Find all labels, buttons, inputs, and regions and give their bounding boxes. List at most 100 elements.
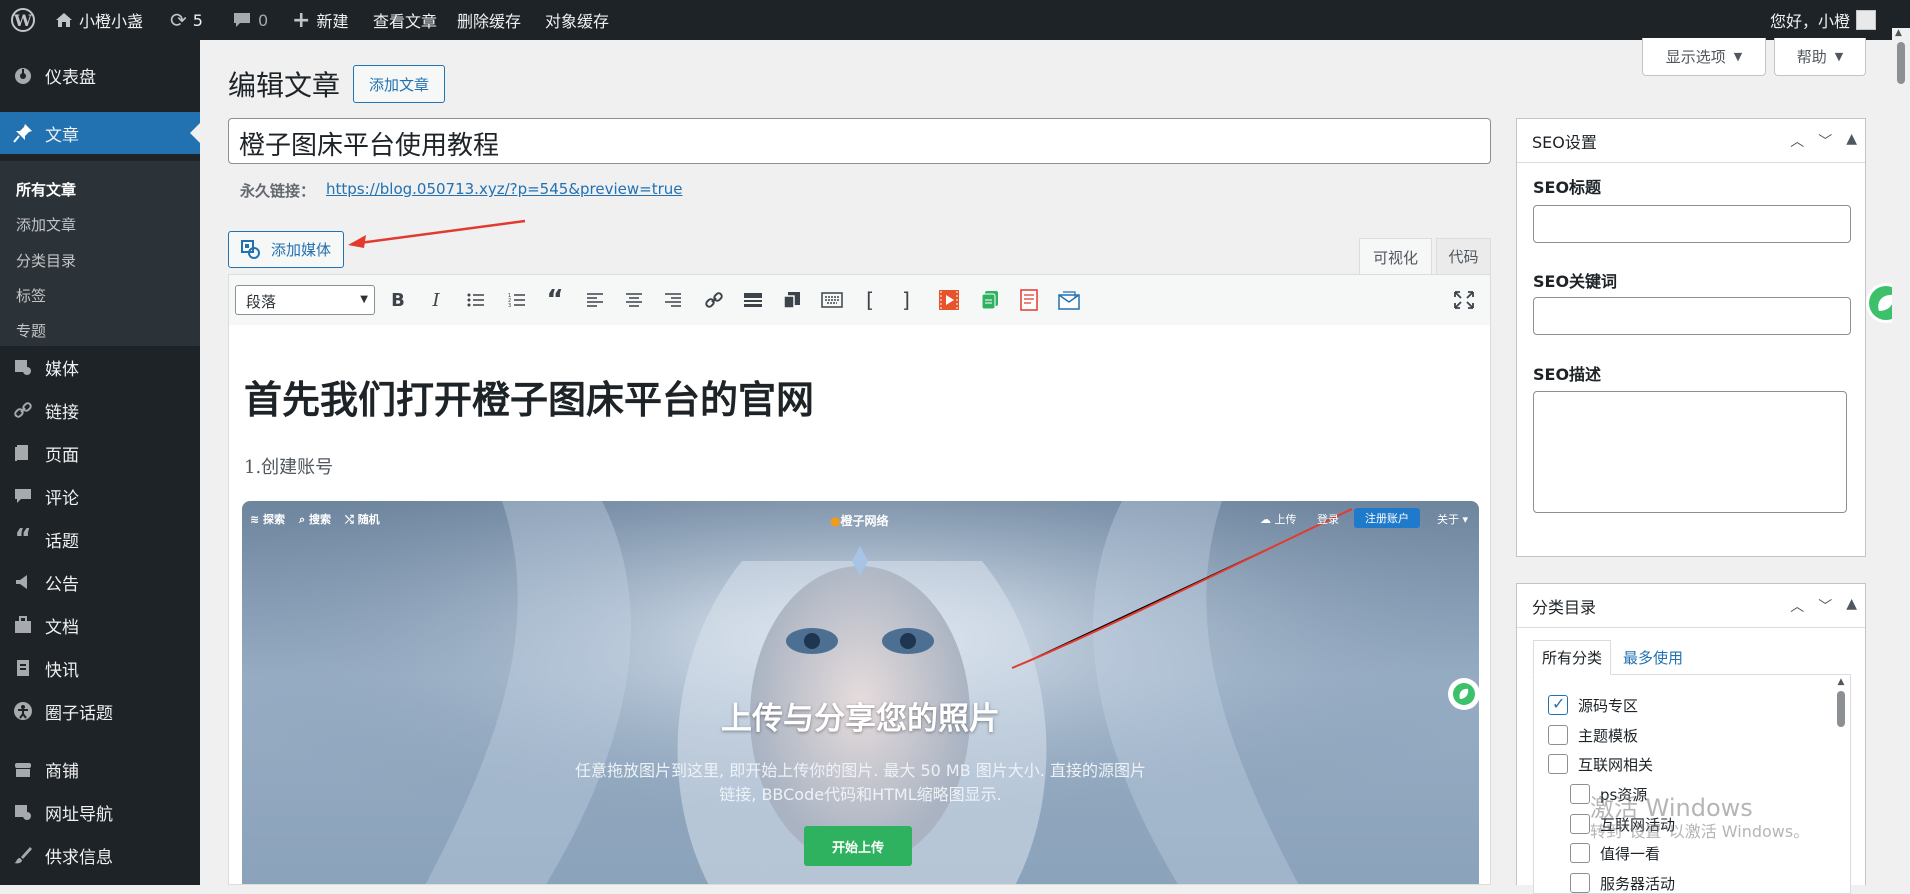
menu-topics-label: 话题 — [45, 531, 79, 552]
tab-most-used[interactable]: 最多使用 — [1623, 647, 1683, 668]
menu-supply[interactable]: 供求信息 — [0, 834, 200, 876]
mail-icon[interactable] — [1057, 287, 1081, 313]
permalink-link[interactable]: https://blog.050713.xyz/?p=545&preview=t… — [326, 180, 683, 198]
view-post-link[interactable]: 查看文章 — [373, 0, 437, 40]
align-center-icon[interactable] — [622, 287, 646, 313]
tab-code[interactable]: 代码 — [1436, 238, 1491, 274]
category-list: ✓ 源码专区 主题模板 互联网相关 ps资源 互联网活动 值得一看 服务器活动 … — [1533, 674, 1851, 894]
home-icon — [56, 13, 72, 27]
move-up-icon[interactable]: ︿ — [1790, 596, 1804, 616]
align-left-icon[interactable] — [583, 287, 607, 313]
format-select[interactable]: 段落 ▼ — [235, 285, 375, 315]
posts-submenu: 所有文章 添加文章 分类目录 标签 专题 — [0, 161, 200, 346]
numbered-list-icon[interactable]: 123 — [505, 287, 529, 313]
seo-desc-textarea[interactable] — [1533, 391, 1847, 513]
content-step: 1.创建账号 — [244, 457, 334, 478]
tab-visual[interactable]: 可视化 — [1359, 238, 1432, 275]
wordpress-logo-icon[interactable]: W — [10, 0, 36, 40]
menu-notice[interactable]: 公告 — [0, 561, 200, 603]
align-right-icon[interactable] — [661, 287, 685, 313]
copy-icon[interactable] — [780, 287, 804, 313]
menu-dashboard[interactable]: 仪表盘 — [0, 54, 200, 96]
bullet-list-icon[interactable] — [464, 287, 488, 313]
move-down-icon[interactable]: ﹀ — [1818, 596, 1832, 616]
menu-nav[interactable]: 网址导航 — [0, 791, 200, 833]
move-down-icon[interactable]: ﹀ — [1818, 131, 1832, 151]
category-checkbox[interactable] — [1570, 784, 1590, 804]
submenu-tags[interactable]: 标签 — [16, 285, 46, 306]
object-cache-link[interactable]: 对象缓存 — [545, 0, 609, 40]
embedded-nav-left: ≋ 探索 ⌕ 搜索 ⤭ 随机 — [250, 511, 380, 527]
account-menu[interactable]: 您好，小橙 — [1770, 0, 1877, 40]
menu-circle[interactable]: 圈子话题 — [0, 690, 200, 732]
comments-count: 0 — [258, 10, 269, 30]
shortcode-open-icon[interactable]: [ — [858, 287, 882, 313]
menu-pages[interactable]: 页面 — [0, 432, 200, 474]
scrollbar-thumb[interactable] — [1897, 42, 1905, 84]
menu-posts[interactable]: 文章 — [0, 112, 200, 154]
menu-docs[interactable]: 文档 — [0, 604, 200, 646]
add-new-post-button[interactable]: 添加文章 — [353, 65, 445, 103]
category-panel-header: 分类目录 ︿ ﹀ ▲ — [1517, 584, 1865, 628]
category-checkbox[interactable] — [1548, 725, 1568, 745]
fullscreen-icon[interactable] — [1452, 287, 1476, 313]
seo-keywords-input[interactable] — [1533, 297, 1851, 335]
new-content-link[interactable]: + 新建 — [292, 0, 348, 40]
editor-content[interactable]: 首先我们打开橙子图床平台的官网 1.创建账号 ≋ 探索 ⌕ 搜索 ⤭ 随机 ●橙… — [228, 325, 1491, 885]
updates-link[interactable]: ⟳ 5 — [170, 0, 203, 40]
submenu-all-posts[interactable]: 所有文章 — [16, 179, 76, 200]
keyboard-icon[interactable] — [820, 287, 844, 313]
scroll-up-icon[interactable]: ▲ — [1895, 28, 1902, 38]
link-icon[interactable] — [702, 287, 726, 313]
read-more-icon[interactable] — [741, 287, 765, 313]
move-up-icon[interactable]: ︿ — [1790, 131, 1804, 151]
blockquote-icon[interactable]: “ — [543, 285, 567, 315]
admin-bar: W 小橙小盏 ⟳ 5 0 + 新建 查看文章 删除缓存 对象缓存 您好，小橙 — [0, 0, 1910, 40]
category-scrollbar[interactable]: ▲ — [1834, 677, 1848, 887]
document-icon — [12, 658, 34, 678]
category-checkbox[interactable] — [1548, 754, 1568, 774]
red-doc-icon[interactable] — [1017, 287, 1041, 313]
menu-links[interactable]: 链接 — [0, 389, 200, 431]
embedded-screenshot[interactable]: ≋ 探索 ⌕ 搜索 ⤭ 随机 ●橙子网络 ☁ 上传 登录 注册账户 关于 ▾ 上… — [242, 501, 1479, 884]
svg-text:W: W — [13, 11, 33, 30]
menu-topics[interactable]: “ 话题 — [0, 518, 200, 560]
collapse-icon[interactable]: ▲ — [1846, 131, 1857, 151]
italic-icon[interactable]: I — [424, 287, 448, 313]
embedded-start-button: 开始上传 — [804, 826, 912, 866]
site-name-link[interactable]: 小橙小盏 — [55, 0, 143, 40]
page-icon — [12, 443, 34, 463]
brush-icon — [12, 845, 34, 865]
category-checkbox[interactable] — [1570, 814, 1590, 834]
menu-media[interactable]: 媒体 — [0, 346, 200, 388]
green-doc-icon[interactable] — [978, 287, 1002, 313]
category-label: 互联网相关 — [1578, 756, 1654, 774]
category-checkbox[interactable]: ✓ — [1548, 694, 1568, 715]
seo-title-input[interactable] — [1533, 205, 1851, 243]
embedded-upload: ☁ 上传 — [1260, 513, 1297, 526]
bold-icon[interactable]: B — [386, 287, 410, 313]
collapse-icon[interactable]: ▲ — [1846, 596, 1857, 616]
menu-comments[interactable]: 评论 — [0, 475, 200, 517]
menu-news[interactable]: 快讯 — [0, 647, 200, 689]
shortcode-close-icon[interactable]: ] — [894, 287, 918, 313]
screen-options-button[interactable]: 显示选项 ▼ — [1642, 38, 1766, 76]
object-cache-label: 对象缓存 — [545, 12, 610, 31]
clear-cache-link[interactable]: 删除缓存 — [457, 0, 521, 40]
tab-all-categories[interactable]: 所有分类 — [1533, 640, 1611, 675]
page-scrollbar[interactable]: ▲ — [1892, 28, 1910, 885]
seo-title-label: SEO标题 — [1533, 178, 1602, 197]
floating-leaf-icon[interactable] — [1448, 678, 1480, 710]
comments-link[interactable]: 0 — [232, 0, 268, 40]
video-icon[interactable] — [937, 287, 961, 313]
post-title-input[interactable]: 橙子图床平台使用教程 — [228, 118, 1491, 164]
add-media-button[interactable]: 添加媒体 — [228, 231, 344, 268]
help-button[interactable]: 帮助 ▼ — [1774, 38, 1866, 76]
menu-shop[interactable]: 商铺 — [0, 748, 200, 790]
submenu-specials[interactable]: 专题 — [16, 320, 46, 341]
category-checkbox[interactable] — [1570, 843, 1590, 863]
category-checkbox[interactable] — [1570, 873, 1590, 893]
submenu-add-post[interactable]: 添加文章 — [16, 214, 76, 235]
quote-icon: “ — [14, 524, 32, 554]
submenu-categories[interactable]: 分类目录 — [16, 250, 76, 271]
